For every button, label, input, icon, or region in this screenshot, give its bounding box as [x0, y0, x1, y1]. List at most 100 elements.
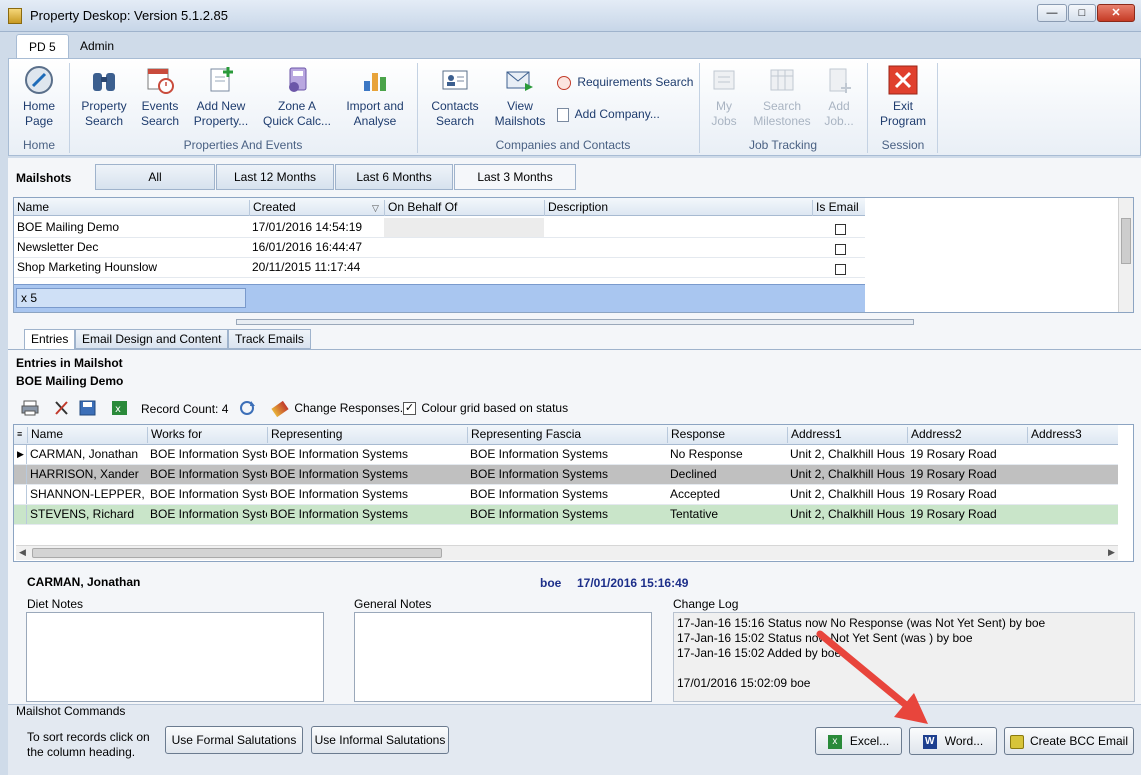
col-representing[interactable]: Representing: [267, 427, 342, 443]
diet-notes-field[interactable]: [26, 612, 324, 702]
save-icon[interactable]: [79, 400, 97, 416]
change-responses-button[interactable]: Change Responses...: [271, 400, 410, 417]
ribbon-separator: [867, 63, 868, 153]
row-indicator[interactable]: [14, 485, 27, 504]
col-created[interactable]: Created: [249, 200, 383, 216]
view-mailshots-button[interactable]: View Mailshots: [489, 65, 551, 129]
print-icon[interactable]: [21, 400, 39, 416]
sort-desc-icon: ▽: [372, 203, 379, 213]
excel-icon: x: [827, 734, 842, 749]
filter-all[interactable]: All: [95, 164, 215, 190]
tab-admin[interactable]: Admin: [68, 34, 126, 58]
table-row[interactable]: STEVENS, Richard BOE Information Syste BOE…: [14, 505, 1118, 525]
current-row-indicator-icon[interactable]: ▶: [14, 445, 27, 464]
is-email-checkbox[interactable]: [832, 262, 846, 281]
table-row[interactable]: Newsletter Dec 16/01/2016 16:44:47: [14, 238, 865, 258]
close-button[interactable]: ✕: [1097, 4, 1135, 22]
entries-hscrollbar[interactable]: ◀ ▶: [16, 545, 1118, 560]
table-row[interactable]: Shop Marketing Hounslow 20/11/2015 11:17…: [14, 258, 865, 278]
cell-name: CARMAN, Jonathan: [30, 447, 139, 461]
binoculars-icon: [88, 65, 120, 95]
contacts-search-button[interactable]: Contacts Search: [425, 65, 485, 129]
table-row[interactable]: ▶ CARMAN, Jonathan BOE Information Syste BO…: [14, 445, 1118, 465]
column-chooser-icon[interactable]: ≡: [14, 427, 27, 443]
import-and-analyse-button[interactable]: Import and Analyse: [341, 65, 409, 129]
filter-last-3-months[interactable]: Last 3 Months: [454, 164, 576, 190]
pencil-icon: [271, 400, 289, 417]
filter-tools-icon[interactable]: [53, 400, 71, 416]
tab-entries[interactable]: Entries: [24, 329, 76, 349]
cell-response: Accepted: [670, 487, 721, 501]
row-indicator[interactable]: [14, 465, 27, 484]
table-row[interactable]: HARRISON, Xander BOE Information Syste BOE…: [14, 465, 1118, 485]
mailshots-scrollbar[interactable]: [1118, 198, 1133, 312]
table-row[interactable]: SHANNON-LEPPER, C BOE Information Syste BO…: [14, 485, 1118, 505]
record-count: Record Count: 4: [141, 402, 229, 416]
formal-salutations-button[interactable]: Use Formal Salutations: [165, 726, 303, 754]
general-notes-field[interactable]: [354, 612, 652, 702]
events-search-button[interactable]: Events Search: [137, 65, 183, 129]
entries-grid-header: ≡ Name Works for Representing Representi…: [14, 425, 1118, 445]
informal-salutations-button[interactable]: Use Informal Salutations: [311, 726, 449, 754]
maximize-button[interactable]: □: [1068, 4, 1096, 22]
annotation-arrow: [816, 630, 928, 724]
colour-grid-checkbox[interactable]: ✓ Colour grid based on status: [403, 401, 568, 416]
entries-mailshot-name: BOE Mailing Demo: [16, 374, 124, 388]
col-is-email[interactable]: Is Email: [812, 200, 859, 216]
col-address2[interactable]: Address2: [907, 427, 962, 443]
window-title: Property Deskop: Version 5.1.2.85: [30, 8, 229, 23]
add-job-button[interactable]: Add Job...: [819, 65, 859, 129]
add-new-property-button[interactable]: Add New Property...: [189, 65, 253, 129]
splitter-handle[interactable]: [236, 319, 914, 325]
contact-card-icon: [439, 65, 471, 95]
add-job-icon: [823, 65, 855, 95]
home-page-button[interactable]: Home Page: [15, 65, 63, 129]
col-on-behalf-of[interactable]: On Behalf Of: [384, 200, 457, 216]
tab-pd5[interactable]: PD 5: [16, 34, 69, 58]
cell-address2: 19 Rosary Road: [910, 447, 997, 461]
col-address3[interactable]: Address3: [1027, 427, 1082, 443]
scroll-thumb[interactable]: [1121, 218, 1131, 264]
refresh-icon[interactable]: [239, 400, 257, 416]
mail-send-icon: [504, 65, 536, 95]
scroll-thumb[interactable]: [32, 548, 442, 558]
col-representing-fascia[interactable]: Representing Fascia: [467, 427, 581, 443]
mailshots-label: Mailshots: [16, 171, 72, 185]
col-description[interactable]: Description: [544, 200, 608, 216]
group-companies-label: Companies and Contacts: [495, 138, 631, 152]
filter-last-12-months[interactable]: Last 12 Months: [216, 164, 334, 190]
search-milestones-button[interactable]: Search Milestones: [749, 65, 815, 129]
filter-last-6-months[interactable]: Last 6 Months: [335, 164, 453, 190]
group-session-label: Session: [881, 138, 925, 152]
row-indicator[interactable]: [14, 505, 27, 524]
scroll-left-icon[interactable]: ◀: [19, 547, 26, 558]
table-row[interactable]: BOE Mailing Demo 17/01/2016 14:54:19: [14, 218, 865, 238]
scroll-right-icon[interactable]: ▶: [1108, 547, 1115, 558]
col-name[interactable]: Name: [27, 427, 63, 443]
globe-icon: [557, 75, 571, 90]
excel-export-icon[interactable]: x: [111, 400, 129, 416]
col-address1[interactable]: Address1: [787, 427, 842, 443]
col-response[interactable]: Response: [667, 427, 725, 443]
add-page-icon: [557, 107, 569, 122]
word-button[interactable]: W Word...: [909, 727, 997, 755]
property-search-button[interactable]: Property Search: [73, 65, 135, 129]
checkbox-checked[interactable]: ✓: [403, 402, 416, 416]
cell-fascia: BOE Information Systems: [470, 467, 609, 481]
exit-program-button[interactable]: Exit Program: [873, 65, 933, 129]
tab-email-design[interactable]: Email Design and Content: [75, 329, 229, 349]
requirements-search-button[interactable]: Requirements Search: [557, 75, 697, 90]
exit-x-icon: [887, 65, 919, 95]
tab-track-emails[interactable]: Track Emails: [228, 329, 311, 349]
excel-button[interactable]: x Excel...: [815, 727, 902, 755]
add-company-button[interactable]: Add Company...: [557, 107, 697, 122]
my-jobs-button[interactable]: My Jobs: [703, 65, 745, 129]
minimize-button[interactable]: —: [1037, 4, 1067, 22]
col-name[interactable]: Name: [14, 200, 49, 216]
zone-a-quick-calc-button[interactable]: Zone A Quick Calc...: [259, 65, 335, 129]
create-bcc-email-button[interactable]: Create BCC Email: [1004, 727, 1134, 755]
ribbon-separator: [699, 63, 700, 153]
bar-chart-icon: [359, 65, 391, 95]
col-works-for[interactable]: Works for: [147, 427, 202, 443]
change-log-label: Change Log: [673, 597, 739, 611]
